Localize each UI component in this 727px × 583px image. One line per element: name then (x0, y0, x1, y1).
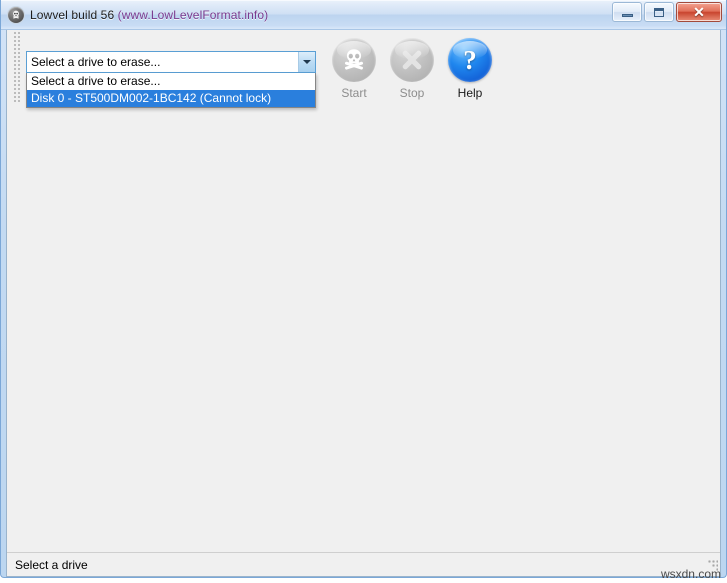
help-button[interactable]: ? Help (444, 38, 496, 100)
window-title: Lowvel build 56 (www.LowLevelFormat.info… (30, 8, 268, 22)
chevron-down-icon[interactable] (298, 52, 315, 72)
drive-combobox-dropdown: Select a drive to erase... Disk 0 - ST50… (26, 73, 316, 108)
window-controls: ✕ (612, 2, 722, 22)
toolbar-grip[interactable] (12, 32, 20, 102)
maximize-icon (654, 7, 664, 17)
skull-app-icon (8, 6, 24, 23)
status-bar: Select a drive (7, 552, 720, 576)
minimize-button[interactable] (612, 2, 642, 22)
drive-selector: Select a drive to erase... Select a driv… (26, 51, 316, 108)
application-window: Lowvel build 56 (www.LowLevelFormat.info… (0, 0, 727, 578)
client-area: Select a drive to erase... Select a driv… (6, 30, 721, 577)
page-root: Lowvel build 56 (www.LowLevelFormat.info… (0, 0, 727, 583)
start-button[interactable]: Start (328, 38, 380, 100)
status-text: Select a drive (15, 557, 88, 572)
close-button[interactable]: ✕ (676, 2, 722, 22)
toolbar-buttons: Start Stop ? Help (328, 38, 496, 100)
window-title-url: (www.LowLevelFormat.info) (117, 7, 269, 22)
workspace-area (7, 103, 720, 552)
toolbar: Select a drive to erase... Select a driv… (7, 30, 720, 108)
list-item[interactable]: Select a drive to erase... (27, 73, 315, 90)
skull-and-crossbones-icon (341, 47, 367, 73)
minimize-icon (621, 13, 633, 17)
list-item[interactable]: Disk 0 - ST500DM002-1BC142 (Cannot lock) (27, 90, 315, 107)
maximize-button[interactable] (644, 2, 674, 22)
start-button-label: Start (341, 86, 367, 100)
drive-combobox-value: Select a drive to erase... (31, 55, 161, 69)
drive-combobox[interactable]: Select a drive to erase... (26, 51, 316, 73)
title-bar: Lowvel build 56 (www.LowLevelFormat.info… (1, 0, 726, 30)
stop-button[interactable]: Stop (386, 38, 438, 100)
question-mark-icon: ? (463, 44, 477, 75)
help-button-label: Help (457, 86, 483, 100)
stop-button-face (390, 38, 434, 82)
stop-button-label: Stop (399, 86, 425, 100)
start-button-face (332, 38, 376, 82)
window-title-app: Lowvel build 56 (30, 7, 118, 22)
close-icon: ✕ (693, 4, 705, 20)
cross-x-icon (397, 45, 427, 75)
watermark-text: wsxdn.com (660, 567, 721, 581)
help-button-face: ? (448, 38, 492, 82)
